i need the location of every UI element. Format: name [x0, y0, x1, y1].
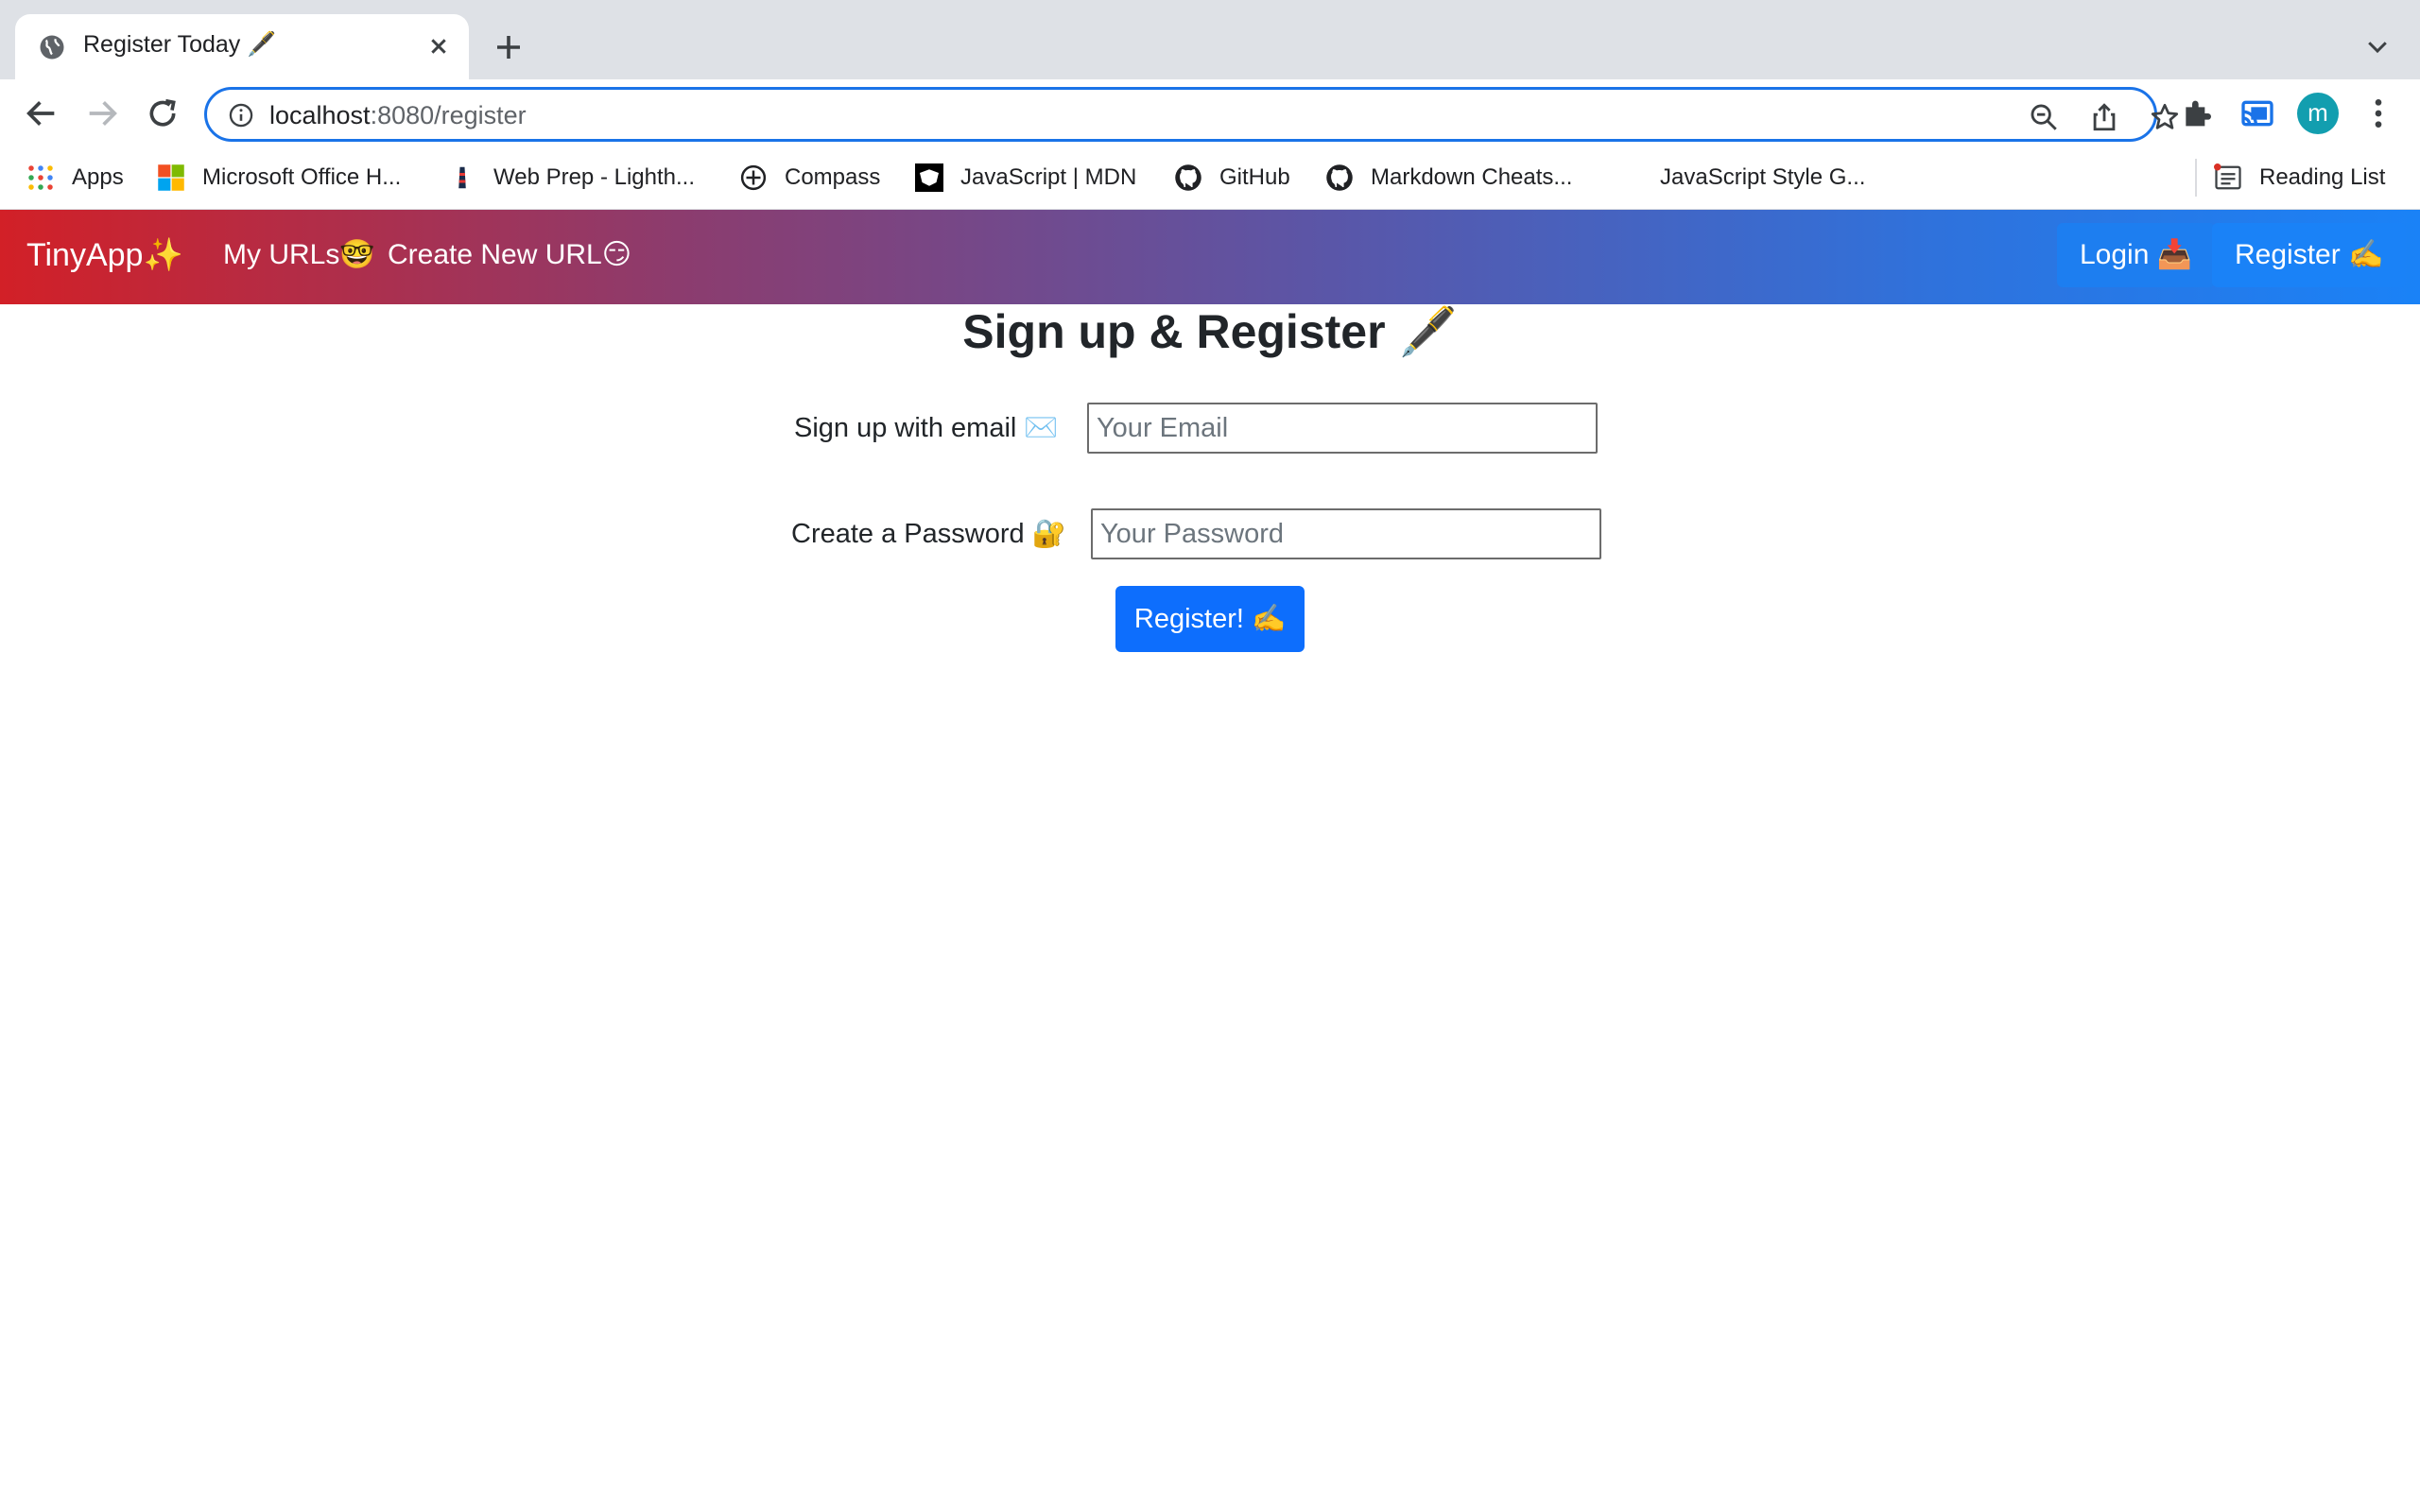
bookmark-compass[interactable]: Compass — [739, 161, 880, 195]
mdn-icon — [915, 163, 943, 192]
url-host: localhost — [269, 101, 371, 129]
register-submit-button[interactable]: Register! ✍️ — [1115, 586, 1305, 652]
page-title: Sign up & Register 🖋️ — [962, 305, 1458, 358]
chevron-down-icon[interactable] — [2363, 32, 2392, 60]
github-icon — [1326, 164, 1353, 191]
lighthouse-icon — [458, 166, 466, 189]
login-button[interactable]: Login 📥 — [2057, 223, 2216, 287]
bookmark-label: Microsoft Office H... — [202, 164, 402, 190]
close-icon[interactable] — [424, 31, 454, 61]
github-icon — [1175, 164, 1201, 191]
bookmark-label: Apps — [72, 164, 124, 190]
globe-icon — [40, 35, 64, 60]
tab-strip: Register Today 🖋️ — [0, 0, 2420, 79]
url-path: :8080/register — [370, 101, 527, 129]
compass-icon — [740, 164, 767, 191]
nav-my-urls[interactable]: My URLs🤓 — [223, 238, 375, 271]
bookmarks-bar: Apps Microsoft Office H... Web Prep - Li… — [0, 147, 2420, 210]
reading-list-icon — [2214, 163, 2241, 190]
register-nav-button[interactable]: Register ✍️ — [2212, 223, 2407, 287]
bookmark-markdown-cheatsheet[interactable]: Markdown Cheats... — [1325, 161, 1572, 195]
reload-icon[interactable] — [144, 94, 182, 132]
more-vertical-icon[interactable] — [2360, 94, 2397, 132]
bookmark-label: JavaScript Style G... — [1660, 164, 1866, 190]
app-navbar: TinyApp✨ My URLs🤓 Create New URL😏 Login … — [0, 210, 2420, 304]
tab-title: Register Today 🖋️ — [83, 31, 277, 58]
email-field[interactable] — [1087, 403, 1598, 454]
address-bar[interactable]: localhost:8080/register — [204, 87, 2179, 142]
bookmark-label: GitHub — [1219, 164, 1290, 190]
reading-list-button[interactable]: Reading List — [2214, 161, 2385, 195]
bookmarks-divider — [2195, 159, 2197, 197]
bookmark-label: Compass — [785, 164, 881, 190]
back-arrow-icon[interactable] — [23, 94, 60, 132]
nav-create-new-url[interactable]: Create New URL😏 — [388, 238, 631, 271]
zoom-icon[interactable] — [2028, 101, 2060, 133]
apps-grid-icon — [28, 165, 53, 190]
browser-tab[interactable]: Register Today 🖋️ — [15, 14, 469, 79]
bookmark-javascript-style-guide[interactable]: JavaScript Style G... — [1660, 161, 1865, 195]
reading-list-label: Reading List — [2259, 164, 2386, 190]
profile-avatar[interactable]: m — [2297, 93, 2339, 134]
password-field[interactable] — [1091, 508, 1601, 559]
bookmark-label: Web Prep - Lighth... — [493, 164, 695, 190]
browser-toolbar: localhost:8080/register m — [0, 79, 2420, 147]
bookmark-microsoft-office[interactable]: Microsoft Office H... — [157, 161, 401, 195]
app-brand[interactable]: TinyApp✨ — [26, 236, 183, 274]
new-tab-plus-icon[interactable] — [492, 30, 526, 64]
bookmark-label: JavaScript | MDN — [960, 164, 1137, 190]
bookmark-mdn[interactable]: JavaScript | MDN — [915, 161, 1136, 195]
password-label: Create a Password 🔐 — [791, 519, 1066, 549]
bookmark-label: Markdown Cheats... — [1371, 164, 1573, 190]
bookmark-web-prep[interactable]: Web Prep - Lighth... — [448, 161, 695, 195]
bookmark-github[interactable]: GitHub — [1174, 161, 1290, 195]
info-icon[interactable] — [228, 102, 254, 129]
microsoft-office-icon — [158, 164, 184, 191]
star-icon[interactable] — [2149, 101, 2181, 133]
bookmark-apps[interactable]: Apps — [26, 161, 124, 195]
cast-icon[interactable] — [2238, 94, 2276, 132]
forward-arrow-icon[interactable] — [83, 94, 121, 132]
email-label: Sign up with email ✉️ — [794, 413, 1059, 443]
url-text[interactable]: localhost:8080/register — [269, 101, 527, 130]
extensions-puzzle-icon[interactable] — [2178, 94, 2216, 132]
share-icon[interactable] — [2088, 101, 2120, 133]
